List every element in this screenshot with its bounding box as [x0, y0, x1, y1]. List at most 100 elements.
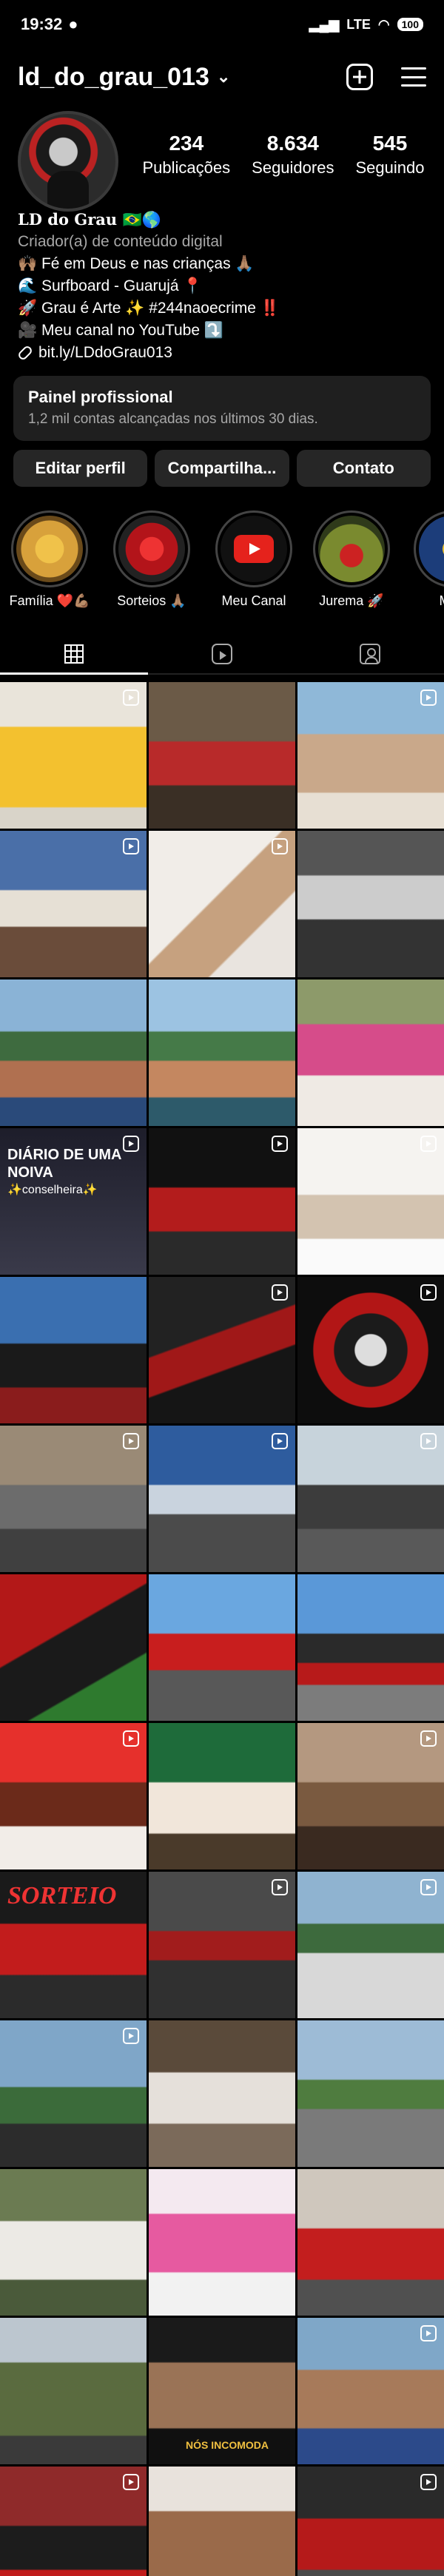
post-thumbnail[interactable]	[0, 2169, 147, 2316]
reel-icon	[123, 1730, 139, 1747]
profile-stats: 234 Publicações 8.634 Seguidores 545 Seg…	[132, 132, 435, 178]
avatar[interactable]	[18, 111, 118, 212]
highlight-thumbnail	[318, 516, 385, 582]
post-thumbnail[interactable]	[149, 1277, 295, 1423]
stat-followers-label: Seguidores	[252, 158, 334, 177]
post-thumbnail[interactable]	[297, 1426, 444, 1572]
reels-icon	[212, 644, 232, 664]
reel-icon	[420, 689, 437, 706]
post-thumbnail[interactable]	[0, 980, 147, 1126]
profile-bio: LD do Grau 🇧🇷🌎 Criador(a) de conteúdo di…	[16, 209, 432, 364]
post-thumbnail[interactable]	[149, 1872, 295, 2018]
reel-icon	[420, 1433, 437, 1449]
username-label: ld_do_grau_013	[18, 62, 209, 91]
reel-icon	[420, 1730, 437, 1747]
highlight-familia[interactable]: Família ❤️💪🏽	[9, 510, 90, 609]
post-thumbnail[interactable]	[297, 1574, 444, 1721]
post-thumbnail[interactable]	[297, 980, 444, 1126]
post-overlay-text: DIÁRIO DE UMA NOIVA ✨conselheira✨	[7, 1146, 121, 1199]
post-thumbnail[interactable]	[149, 1128, 295, 1275]
location-icon: ●	[68, 15, 78, 33]
post-thumbnail[interactable]	[0, 831, 147, 977]
stat-following-value: 545	[372, 132, 408, 155]
post-thumbnail[interactable]	[149, 1426, 295, 1572]
tab-posts[interactable]	[0, 635, 148, 675]
post-thumbnail[interactable]	[297, 1723, 444, 1869]
reel-icon	[272, 1433, 288, 1449]
overlay-line: DIÁRIO DE UMA	[7, 1147, 122, 1163]
post-thumbnail[interactable]	[149, 2020, 295, 2167]
stat-posts-value: 234	[169, 132, 204, 155]
overlay-line: ✨conselheira✨	[7, 1184, 98, 1196]
post-thumbnail[interactable]	[297, 682, 444, 829]
highlight-thumbnail	[118, 516, 185, 582]
post-thumbnail[interactable]	[0, 2467, 147, 2576]
post-thumbnail[interactable]	[0, 1426, 147, 1572]
reel-icon	[272, 1879, 288, 1895]
highlight-sorteios[interactable]: Sorteios 🙏🏽	[111, 510, 192, 609]
post-thumbnail[interactable]	[0, 2020, 147, 2167]
create-post-icon[interactable]	[346, 64, 373, 90]
post-thumbnail[interactable]	[0, 2318, 147, 2464]
tagged-icon	[360, 644, 380, 664]
post-overlay-text: SORTEIO	[7, 1882, 117, 1909]
stat-posts[interactable]: 234 Publicações	[143, 132, 231, 178]
contact-button[interactable]: Contato	[296, 450, 431, 487]
signal-icon: ▂▄▆	[309, 16, 340, 32]
post-thumbnail[interactable]	[0, 1723, 147, 1869]
highlight-jurema[interactable]: Jurema 🚀	[311, 510, 392, 609]
reel-icon	[420, 2325, 437, 2341]
post-thumbnail[interactable]	[0, 1574, 147, 1721]
pro-dashboard-title: Painel profissional	[28, 388, 173, 406]
reel-icon	[123, 1136, 139, 1152]
post-thumbnail[interactable]	[0, 682, 147, 829]
highlight-meu-canal[interactable]: Meu Canal	[213, 510, 295, 609]
tab-tagged[interactable]	[296, 635, 444, 675]
share-profile-button[interactable]: Compartilha...	[155, 450, 289, 487]
post-thumbnail[interactable]	[149, 831, 295, 977]
post-thumbnail[interactable]	[297, 1128, 444, 1275]
post-thumbnail[interactable]	[149, 980, 295, 1126]
post-thumbnail[interactable]	[149, 2169, 295, 2316]
status-bar: 19:32 ● ▂▄▆ LTE ◠ 100	[0, 0, 444, 49]
link-icon	[16, 344, 34, 362]
post-thumbnail[interactable]: NÓS INCOMODA	[149, 2318, 295, 2464]
menu-icon[interactable]	[401, 67, 426, 87]
highlight-mari[interactable]: Mari	[411, 510, 444, 609]
post-thumbnail[interactable]	[297, 1872, 444, 2018]
edit-profile-button[interactable]: Editar perfil	[13, 450, 148, 487]
post-thumbnail[interactable]	[297, 2467, 444, 2576]
battery-indicator: 100	[397, 18, 423, 31]
reel-icon	[420, 1879, 437, 1895]
professional-dashboard[interactable]: Painel profissional 1,2 mil contas alcan…	[13, 376, 431, 441]
post-thumbnail[interactable]	[297, 2020, 444, 2167]
post-thumbnail[interactable]	[297, 2169, 444, 2316]
post-thumbnail[interactable]	[0, 1277, 147, 1423]
account-switcher[interactable]: ld_do_grau_013 ⌄	[18, 63, 230, 92]
bio-link[interactable]: bit.ly/LDdoGrau013	[16, 342, 432, 364]
post-thumbnail[interactable]	[297, 1277, 444, 1423]
profile-tabs	[0, 635, 444, 675]
stat-following[interactable]: 545 Seguindo	[355, 132, 424, 178]
post-thumbnail[interactable]	[149, 1723, 295, 1869]
post-thumbnail[interactable]	[149, 2467, 295, 2576]
bio-line: 🎥 Meu canal no YouTube ⤵️	[18, 322, 224, 339]
bio-line: 🚀 Grau é Arte ✨ #244naoecrime ‼️	[18, 300, 280, 317]
tab-reels[interactable]	[148, 635, 296, 675]
post-thumbnail[interactable]: DIÁRIO DE UMA NOIVA ✨conselheira✨	[0, 1128, 147, 1275]
grid-icon	[64, 644, 84, 664]
post-thumbnail[interactable]: SORTEIO	[0, 1872, 147, 2018]
profile-top-bar: ld_do_grau_013 ⌄	[0, 49, 444, 105]
post-thumbnail[interactable]	[297, 831, 444, 977]
posts-grid: DIÁRIO DE UMA NOIVA ✨conselheira✨ SORTEI…	[0, 682, 444, 2576]
story-highlights: Família ❤️💪🏽 Sorteios 🙏🏽 Meu Canal Jurem…	[0, 510, 444, 614]
post-thumbnail[interactable]	[149, 682, 295, 829]
post-thumbnail[interactable]	[297, 2318, 444, 2464]
reel-icon	[123, 1433, 139, 1449]
reel-icon	[420, 1136, 437, 1152]
reel-icon	[420, 1284, 437, 1301]
highlight-thumbnail	[419, 516, 444, 582]
stat-followers[interactable]: 8.634 Seguidores	[252, 132, 334, 178]
highlight-label: Sorteios 🙏🏽	[117, 593, 186, 608]
post-thumbnail[interactable]	[149, 1574, 295, 1721]
